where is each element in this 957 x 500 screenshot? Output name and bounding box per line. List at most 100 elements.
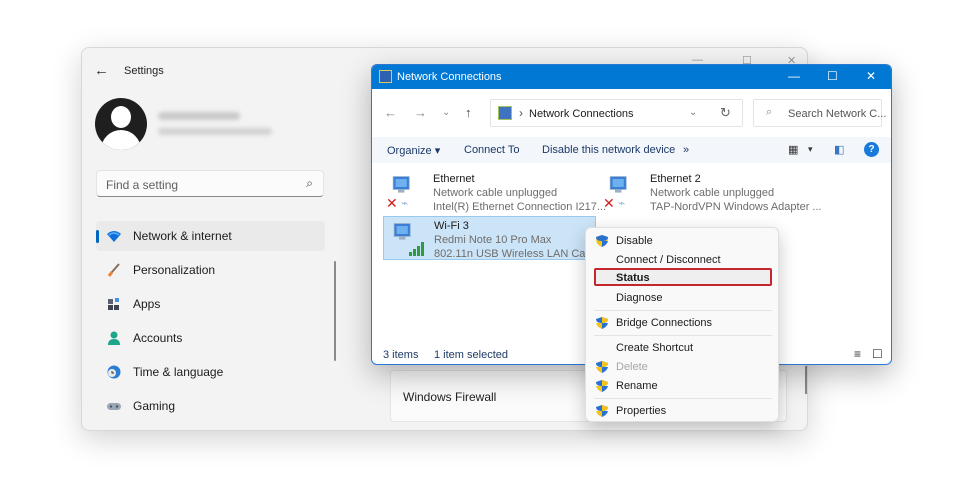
search-placeholder: Find a setting <box>106 178 179 192</box>
menu-separator <box>594 398 772 399</box>
menu-item-status[interactable]: Status <box>594 268 772 286</box>
settings-title: Settings <box>124 65 164 77</box>
title-bar[interactable]: Network Connections — ☐ ✕ <box>372 65 891 89</box>
sidebar-item-accounts[interactable]: Accounts <box>96 323 325 353</box>
uac-shield-icon <box>596 235 608 247</box>
maximize-button[interactable]: ☐ <box>827 69 838 83</box>
sidebar-item-apps[interactable]: Apps <box>96 289 325 319</box>
menu-item-label: Diagnose <box>616 292 663 304</box>
menu-item-bridge-connections[interactable]: Bridge Connections <box>586 314 778 332</box>
menu-item-properties[interactable]: Properties <box>586 402 778 420</box>
menu-separator <box>594 310 772 311</box>
menu-item-diagnose[interactable]: Diagnose <box>586 289 778 307</box>
help-icon[interactable]: ? <box>864 142 879 157</box>
breadcrumb-chevron: › <box>519 106 523 120</box>
large-icons-view-icon[interactable]: ☐ <box>872 347 883 361</box>
sidebar-item-label: Accounts <box>133 331 183 345</box>
item-name: Ethernet <box>433 173 475 185</box>
search-placeholder: Search Network C... <box>788 108 887 120</box>
address-bar[interactable]: › Network Connections ⌄ ↻ <box>490 99 743 127</box>
window-title: Network Connections <box>397 71 502 83</box>
close-button[interactable]: ✕ <box>866 69 876 83</box>
recent-locations-button[interactable]: ⌄ <box>442 107 450 118</box>
disconnected-x-icon: ✕ <box>603 195 615 211</box>
menu-item-label: Disable <box>616 235 653 247</box>
sidebar-item-time-language[interactable]: Time & language <box>96 357 325 387</box>
sidebar-item-label: Time & language <box>133 365 224 379</box>
connection-item-ethernet-2[interactable]: ✕ ⌁ Ethernet 2 Network cable unplugged T… <box>600 170 822 214</box>
search-icon: ⌕ <box>766 106 773 118</box>
item-status: Network cable unplugged <box>650 187 775 199</box>
sidebar-item-label: Gaming <box>133 399 176 413</box>
settings-search-input[interactable]: Find a setting ⌕ <box>96 170 324 197</box>
cable-icon: ⌁ <box>618 196 626 210</box>
apps-icon <box>108 298 119 310</box>
menu-item-connect-disconnect[interactable]: Connect / Disconnect <box>586 251 778 269</box>
details-view-icon[interactable]: ≡ <box>854 347 861 361</box>
active-indicator <box>96 230 99 243</box>
connect-to-button[interactable]: Connect To <box>464 144 519 156</box>
network-folder-icon <box>498 106 512 120</box>
item-name: Ethernet 2 <box>650 173 701 185</box>
item-status: Network cable unplugged <box>433 187 558 199</box>
search-icon: ⌕ <box>306 176 313 190</box>
connection-item-wifi-3[interactable]: Wi-Fi 3 Redmi Note 10 Pro Max 802.11n US… <box>383 216 611 260</box>
menu-item-create-shortcut[interactable]: Create Shortcut <box>586 339 778 357</box>
menu-item-label: Delete <box>616 361 648 373</box>
menu-item-label: Status <box>616 272 650 284</box>
view-dropdown-button[interactable]: ▾ <box>808 144 813 155</box>
back-button[interactable]: ← <box>384 105 397 120</box>
item-count: 3 items <box>383 349 419 361</box>
uac-shield-icon <box>596 405 608 417</box>
minimize-button[interactable]: — <box>788 69 800 83</box>
brush-icon <box>107 263 120 277</box>
uac-shield-icon <box>596 380 608 392</box>
signal-strength-icon <box>409 242 424 256</box>
disconnected-x-icon: ✕ <box>386 195 398 211</box>
more-commands-button[interactable]: » <box>683 144 689 156</box>
menu-item-rename[interactable]: Rename <box>586 377 778 395</box>
item-device: Intel(R) Ethernet Connection I217... <box>433 201 607 213</box>
organize-button[interactable]: Organize ▾ <box>387 144 440 157</box>
forward-button[interactable]: → <box>414 105 427 120</box>
disable-device-button[interactable]: Disable this network device <box>542 144 675 156</box>
menu-item-label: Connect / Disconnect <box>616 254 721 266</box>
command-bar: Organize ▾ Connect To Disable this netwo… <box>372 137 891 163</box>
refresh-button[interactable]: ↻ <box>720 105 731 121</box>
menu-item-label: Bridge Connections <box>616 317 713 329</box>
uac-shield-icon <box>596 317 608 329</box>
sidebar-item-network[interactable]: Network & internet <box>96 221 325 251</box>
sidebar-item-personalization[interactable]: Personalization <box>96 255 325 285</box>
content-scrollbar[interactable] <box>805 366 807 394</box>
back-arrow-icon[interactable]: ← <box>94 62 109 79</box>
connection-item-ethernet[interactable]: ✕ ⌁ Ethernet Network cable unplugged Int… <box>383 170 606 214</box>
menu-item-disable[interactable]: Disable <box>586 232 778 250</box>
card-label: Windows Firewall <box>403 390 497 404</box>
up-button[interactable]: ↑ <box>465 105 472 120</box>
menu-separator <box>594 335 772 336</box>
sidebar-item-label: Apps <box>133 297 161 311</box>
menu-item-delete: Delete <box>586 358 778 376</box>
sidebar-item-label: Personalization <box>133 263 216 277</box>
breadcrumb-network-connections[interactable]: Network Connections <box>529 108 634 120</box>
view-options-icon[interactable]: ▦ <box>788 143 798 156</box>
globe-clock-icon <box>107 365 121 379</box>
menu-item-label: Properties <box>616 405 667 417</box>
item-name: Wi-Fi 3 <box>434 220 469 232</box>
cable-icon: ⌁ <box>401 196 409 210</box>
avatar[interactable] <box>95 98 147 150</box>
sidebar-item-label: Network & internet <box>133 229 232 243</box>
item-status: Redmi Note 10 Pro Max <box>434 234 552 246</box>
search-input[interactable]: ⌕ Search Network C... <box>753 99 886 127</box>
person-icon <box>108 331 120 345</box>
sidebar-item-gaming[interactable]: Gaming <box>96 391 325 421</box>
gamepad-icon <box>107 403 121 410</box>
address-dropdown-button[interactable]: ⌄ <box>689 107 697 118</box>
item-device: TAP-NordVPN Windows Adapter ... <box>650 201 822 213</box>
sidebar-scrollbar[interactable] <box>334 261 336 361</box>
selection-count: 1 item selected <box>434 349 508 361</box>
user-email-blurred <box>158 128 272 135</box>
preview-pane-icon[interactable]: ◧ <box>834 143 844 156</box>
wifi-icon <box>107 231 121 242</box>
menu-item-label: Rename <box>616 380 658 392</box>
